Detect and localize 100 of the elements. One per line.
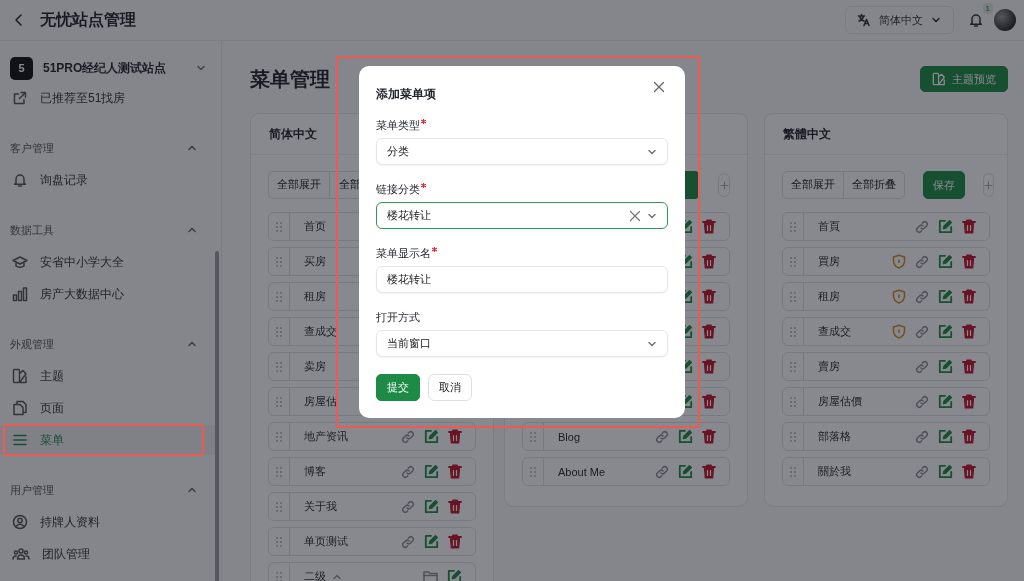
save-button[interactable]: 保存 bbox=[923, 171, 965, 199]
menu-item-label: 查成交 bbox=[818, 324, 851, 339]
trash-icon[interactable] bbox=[702, 394, 716, 409]
trash-icon[interactable] bbox=[962, 429, 976, 444]
drag-handle-icon[interactable] bbox=[276, 536, 282, 547]
drag-handle-icon[interactable] bbox=[790, 361, 796, 372]
drag-handle-icon[interactable] bbox=[276, 466, 282, 477]
trash-icon[interactable] bbox=[702, 359, 716, 374]
shield-icon[interactable] bbox=[892, 254, 906, 269]
link-icon[interactable] bbox=[401, 499, 415, 514]
drag-handle-icon[interactable] bbox=[276, 571, 282, 581]
menu-item-label: 關於我 bbox=[818, 464, 851, 479]
trash-icon[interactable] bbox=[962, 324, 976, 339]
trash-icon[interactable] bbox=[962, 289, 976, 304]
trash-icon[interactable] bbox=[962, 219, 976, 234]
toolbar-button[interactable]: 全部折叠 bbox=[844, 171, 905, 199]
link-icon[interactable] bbox=[915, 324, 929, 339]
sidebar-item[interactable]: 持牌人资料 bbox=[0, 507, 215, 537]
shield-icon[interactable] bbox=[892, 289, 906, 304]
language-select[interactable]: 简体中文 bbox=[845, 6, 954, 34]
input-field[interactable]: 楼花转让 bbox=[376, 266, 668, 293]
trash-icon[interactable] bbox=[702, 254, 716, 269]
link-icon[interactable] bbox=[401, 534, 415, 549]
link-icon[interactable] bbox=[915, 464, 929, 479]
drag-handle-icon[interactable] bbox=[530, 431, 536, 442]
app-title: 无忧站点管理 bbox=[40, 9, 136, 30]
sidebar-item[interactable]: 团队管理 bbox=[0, 539, 215, 569]
notification-bell-icon[interactable] bbox=[968, 12, 984, 28]
clear-icon[interactable] bbox=[629, 209, 641, 222]
drag-handle-icon[interactable] bbox=[530, 466, 536, 477]
drag-handle-icon[interactable] bbox=[276, 396, 282, 407]
field-label: 菜单显示名 bbox=[376, 246, 431, 261]
sidebar-item[interactable]: 菜单 bbox=[0, 425, 215, 455]
dialog-title: 添加菜单项 bbox=[376, 86, 436, 103]
select-field[interactable]: 楼花转让 bbox=[376, 202, 668, 229]
sidebar-item[interactable]: 主题 bbox=[0, 361, 215, 391]
trash-icon[interactable] bbox=[962, 394, 976, 409]
shield-icon[interactable] bbox=[892, 324, 906, 339]
submit-button[interactable]: 提交 bbox=[376, 374, 420, 401]
menu-item-label: 二级 bbox=[304, 569, 326, 581]
drag-handle-icon[interactable] bbox=[790, 431, 796, 442]
menu-item-label: 租房 bbox=[304, 289, 326, 304]
link-icon[interactable] bbox=[401, 464, 415, 479]
drag-handle-icon[interactable] bbox=[790, 291, 796, 302]
drag-handle-icon[interactable] bbox=[790, 326, 796, 337]
trash-icon[interactable] bbox=[448, 464, 462, 479]
avatar[interactable] bbox=[994, 9, 1016, 31]
select-field[interactable]: 当前窗口 bbox=[376, 330, 668, 357]
link-icon[interactable] bbox=[915, 429, 929, 444]
drag-handle-icon[interactable] bbox=[276, 326, 282, 337]
sidebar-item[interactable]: 页面 bbox=[0, 393, 215, 423]
menu-item-label: 租房 bbox=[818, 289, 840, 304]
link-icon[interactable] bbox=[915, 254, 929, 269]
sidebar-item[interactable]: 房产大数据中心 bbox=[0, 279, 215, 309]
drag-handle-icon[interactable] bbox=[276, 221, 282, 232]
cancel-button[interactable]: 取消 bbox=[428, 374, 472, 401]
drag-handle-icon[interactable] bbox=[790, 466, 796, 477]
trash-icon[interactable] bbox=[702, 464, 716, 479]
scrollbar[interactable] bbox=[215, 251, 219, 581]
section-header[interactable]: 数据工具 bbox=[0, 215, 221, 245]
drag-handle-icon[interactable] bbox=[276, 291, 282, 302]
trash-icon[interactable] bbox=[702, 324, 716, 339]
trash-icon[interactable] bbox=[702, 429, 716, 444]
trash-icon[interactable] bbox=[448, 499, 462, 514]
add-button[interactable] bbox=[983, 173, 994, 197]
site-badge: 5 bbox=[10, 56, 33, 80]
drag-handle-icon[interactable] bbox=[276, 501, 282, 512]
site-selector[interactable]: 5 51PRO经纪人测试站点 bbox=[0, 55, 221, 81]
drag-handle-icon[interactable] bbox=[790, 396, 796, 407]
sidebar-item[interactable]: 询盘记录 bbox=[0, 165, 215, 195]
link-icon[interactable] bbox=[655, 429, 669, 444]
drag-handle-icon[interactable] bbox=[276, 361, 282, 372]
close-icon[interactable] bbox=[653, 81, 665, 93]
trash-icon[interactable] bbox=[962, 254, 976, 269]
field-label: 链接分类 bbox=[376, 182, 420, 197]
toolbar-button[interactable]: 全部展开 bbox=[782, 171, 844, 199]
link-icon[interactable] bbox=[655, 464, 669, 479]
drag-handle-icon[interactable] bbox=[790, 221, 796, 232]
link-icon[interactable] bbox=[915, 219, 929, 234]
trash-icon[interactable] bbox=[702, 289, 716, 304]
link-icon[interactable] bbox=[915, 359, 929, 374]
folder-icon[interactable] bbox=[423, 570, 438, 581]
drag-handle-icon[interactable] bbox=[276, 256, 282, 267]
trash-icon[interactable] bbox=[702, 219, 716, 234]
link-icon[interactable] bbox=[915, 394, 929, 409]
link-icon[interactable] bbox=[915, 289, 929, 304]
sidebar-item[interactable]: 已推荐至51找房 bbox=[0, 83, 215, 113]
drag-handle-icon[interactable] bbox=[276, 431, 282, 442]
trash-icon[interactable] bbox=[962, 359, 976, 374]
add-button[interactable] bbox=[718, 173, 730, 197]
sidebar-item[interactable]: 安省中小学大全 bbox=[0, 247, 215, 277]
toolbar-button[interactable]: 全部展开 bbox=[268, 171, 330, 199]
trash-icon[interactable] bbox=[448, 429, 462, 444]
drag-handle-icon[interactable] bbox=[790, 256, 796, 267]
select-field[interactable]: 分类 bbox=[376, 138, 668, 165]
trash-icon[interactable] bbox=[962, 464, 976, 479]
link-icon[interactable] bbox=[401, 429, 415, 444]
section-header[interactable]: 客户管理 bbox=[0, 133, 221, 163]
trash-icon[interactable] bbox=[448, 534, 462, 549]
theme-preview-button[interactable]: 主题预览 bbox=[920, 66, 1008, 92]
